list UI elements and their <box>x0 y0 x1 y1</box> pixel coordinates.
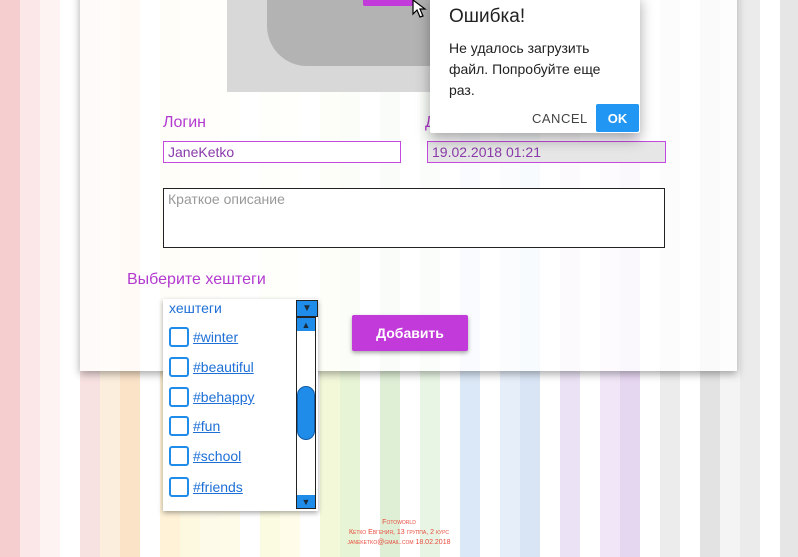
hashtags-label: Выберите хештеги <box>127 271 266 288</box>
hashtag-link[interactable]: #friends <box>193 479 243 495</box>
error-dialog: Ошибка! Не удалось загрузить файл. Попро… <box>430 0 640 133</box>
hashtag-link[interactable]: #winter <box>193 329 238 345</box>
list-item[interactable]: #fun <box>169 415 220 437</box>
login-label: Логин <box>163 114 207 131</box>
dialog-title: Ошибка! <box>449 6 526 27</box>
list-item[interactable]: #school <box>169 445 241 467</box>
hashtag-link[interactable]: #beautiful <box>193 359 254 375</box>
scroll-up-icon[interactable]: ▲ <box>297 318 315 331</box>
ok-button[interactable]: OK <box>596 104 639 132</box>
add-button[interactable]: Добавить <box>352 315 468 351</box>
mouse-cursor-icon <box>410 0 430 23</box>
hashtag-link[interactable]: #behappy <box>193 389 255 405</box>
date-field[interactable]: 19.02.2018 01:21 <box>427 141 666 163</box>
list-item[interactable]: #behappy <box>169 386 255 408</box>
scrollbar-thumb[interactable] <box>297 386 315 440</box>
footer-brand: Fotoworld <box>382 519 416 526</box>
dialog-message: Не удалось загрузить файл. Попробуйте ещ… <box>449 40 601 98</box>
list-item[interactable]: #friends <box>169 476 243 498</box>
checkbox[interactable] <box>169 387 189 407</box>
cancel-button[interactable]: CANCEL <box>532 111 588 126</box>
checkbox[interactable] <box>169 446 189 466</box>
checkbox[interactable] <box>169 357 189 377</box>
dropdown-scrollbar[interactable]: ▲ ▼ <box>296 317 316 509</box>
hashtag-link[interactable]: #school <box>193 448 241 464</box>
checkbox[interactable] <box>169 327 189 347</box>
upload-button[interactable] <box>363 0 413 6</box>
login-field[interactable]: JaneKetko <box>163 141 401 163</box>
dropdown-toggle-icon[interactable]: ▼ <box>296 300 318 317</box>
scroll-down-icon[interactable]: ▼ <box>297 495 315 508</box>
list-item[interactable]: #beautiful <box>169 356 254 378</box>
footer-contact: janeketko@gmail.com 18.02.2018 <box>347 539 451 546</box>
checkbox[interactable] <box>169 416 189 436</box>
hashtags-dropdown[interactable]: хештеги ▼ #winter #beautiful #behappy #f… <box>163 299 318 511</box>
dropdown-header[interactable]: хештеги <box>169 300 222 316</box>
description-field[interactable]: Краткое описание <box>163 188 665 248</box>
list-item[interactable]: #winter <box>169 326 238 348</box>
footer-author: Кетко Евгения, 13 группа, 2 курс <box>348 529 450 536</box>
checkbox[interactable] <box>169 477 189 497</box>
hashtag-link[interactable]: #fun <box>193 418 220 434</box>
